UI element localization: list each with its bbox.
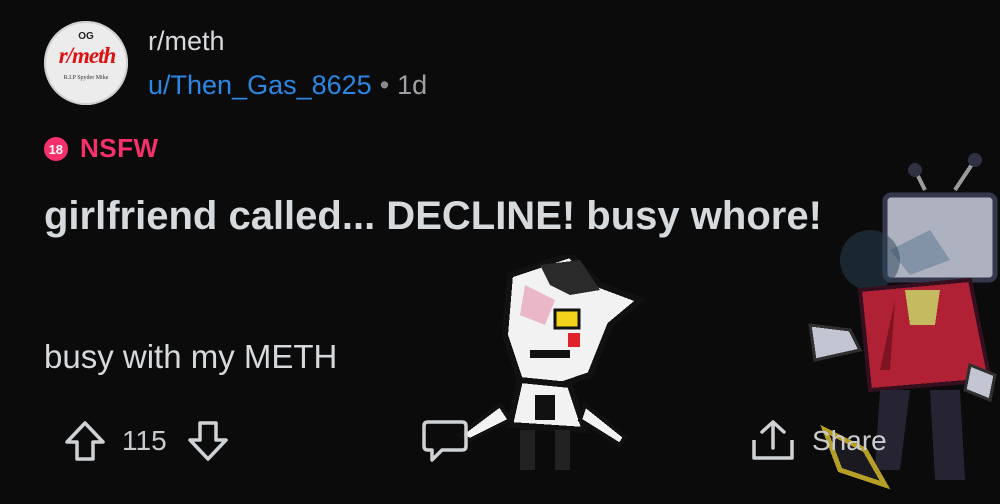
post-age: 1d bbox=[397, 70, 428, 100]
avatar-caption-text: R.I.P Spyder Mike bbox=[63, 75, 109, 81]
upvote-button[interactable] bbox=[62, 418, 108, 464]
vote-group: 115 bbox=[62, 418, 231, 464]
post-action-bar: 115 Share bbox=[0, 408, 1000, 468]
post-title[interactable]: girlfriend called... DECLINE! busy whore… bbox=[44, 190, 864, 242]
comment-bubble-icon bbox=[422, 420, 468, 462]
subreddit-avatar[interactable]: OG r/meth R.I.P Spyder Mike bbox=[44, 21, 128, 105]
nsfw-label: NSFW bbox=[80, 133, 159, 163]
nsfw-tag: 18 NSFW bbox=[39, 131, 159, 166]
comment-button[interactable] bbox=[420, 416, 470, 466]
downvote-button[interactable] bbox=[185, 418, 231, 464]
avatar-og-text: OG bbox=[78, 31, 94, 42]
share-button[interactable]: Share bbox=[748, 418, 887, 464]
share-icon bbox=[752, 420, 794, 460]
avatar-name-text: r/meth bbox=[58, 43, 117, 68]
arrow-up-icon bbox=[65, 421, 105, 461]
post-body: busy with my METH bbox=[44, 338, 338, 375]
author-link[interactable]: u/Then_Gas_8625 bbox=[148, 70, 372, 100]
arrow-down-icon bbox=[187, 421, 228, 461]
vote-score: 115 bbox=[122, 425, 167, 456]
share-label: Share bbox=[812, 425, 887, 456]
meta-separator: • bbox=[379, 70, 390, 100]
post-meta: u/Then_Gas_8625 • 1d bbox=[148, 70, 427, 101]
subreddit-name[interactable]: r/meth bbox=[148, 26, 225, 57]
age-18-badge-icon: 18 bbox=[39, 131, 73, 166]
